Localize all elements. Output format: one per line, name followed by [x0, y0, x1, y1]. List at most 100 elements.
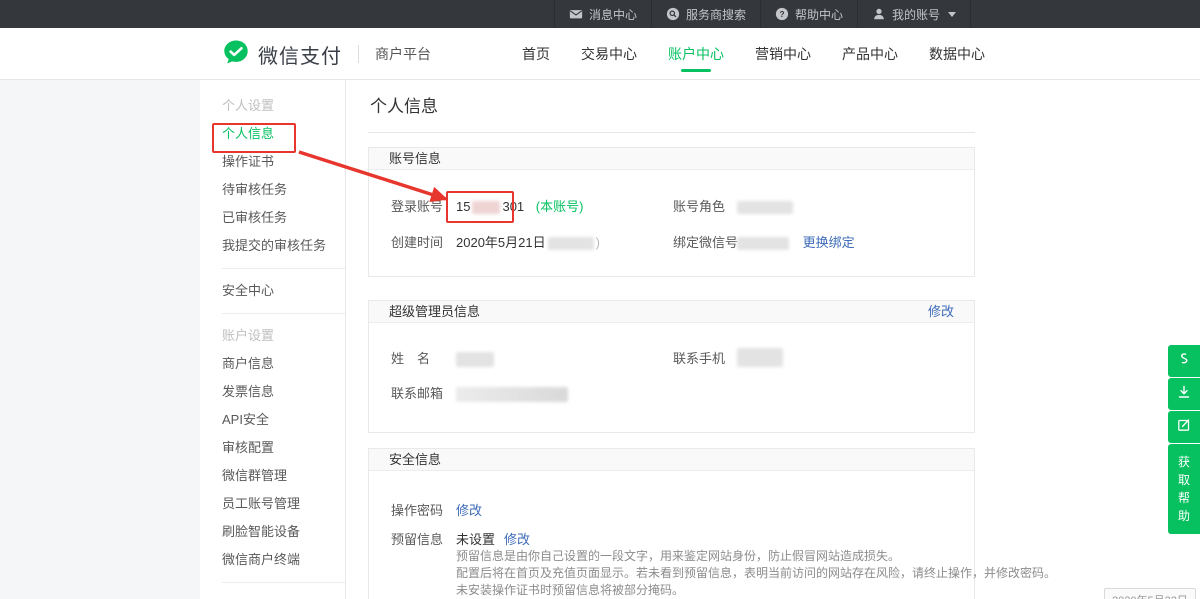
account-info-card: 账号信息 登录账号 15301 (本账号) 账号角色 创建时间 2020年5月2… — [368, 147, 975, 277]
topbar-item-label: 服务商搜索 — [686, 6, 746, 23]
float-feedback-button[interactable] — [1168, 411, 1200, 443]
sidebar-item-invoice-info[interactable]: 发票信息 — [200, 378, 345, 406]
operation-password-edit-link[interactable]: 修改 — [456, 501, 482, 521]
account-role-label: 账号角色 — [673, 197, 725, 217]
sidebar-item-review-config[interactable]: 审核配置 — [200, 434, 345, 462]
header: 微信支付 商户平台 首页 交易中心 账户中心 营销中心 产品中心 数据中心 — [0, 28, 1200, 80]
account-info-card-title: 账号信息 — [389, 148, 441, 170]
bound-wechat-value: 更换绑定 — [737, 233, 855, 253]
sidebar-divider — [222, 268, 345, 269]
reserved-info-description: 预留信息是由你自己设置的一段文字，用来鉴定网站身份，防止假冒网站造成损失。 配置… — [456, 548, 1056, 599]
wechat-pay-logo-icon — [222, 38, 250, 71]
float-download-button[interactable] — [1168, 378, 1200, 410]
sidebar-item-wechat-group-management[interactable]: 微信群管理 — [200, 462, 345, 490]
brand-platform-label: 商户平台 — [375, 44, 431, 64]
description-line: 配置后将在首页及充值页面显示。若未看到预留信息，表明当前访问的网站存在风险，请终… — [456, 565, 1056, 582]
security-info-card-title: 安全信息 — [389, 449, 441, 471]
link-icon — [1176, 351, 1192, 372]
super-admin-card: 超级管理员信息 修改 姓 名 联系手机 联系邮箱 — [368, 300, 975, 433]
contact-phone-label: 联系手机 — [673, 349, 725, 369]
sidebar-item-merchant-info[interactable]: 商户信息 — [200, 350, 345, 378]
redacted-account-role — [737, 201, 793, 214]
reserved-info-edit-link[interactable]: 修改 — [504, 530, 530, 550]
sidebar-item-staff-account-management[interactable]: 员工账号管理 — [200, 490, 345, 518]
sidebar-item-security-center[interactable]: 安全中心 — [200, 277, 345, 305]
sidebar-divider — [222, 582, 345, 583]
nav-home[interactable]: 首页 — [522, 28, 550, 80]
topbar: 消息中心 服务商搜索 ? 帮助中心 我的账号 — [0, 0, 1200, 28]
redacted-wechat-id — [737, 237, 789, 250]
sidebar-item-wechat-merchant-terminal[interactable]: 微信商户终端 — [200, 546, 345, 574]
redacted-created-detail — [548, 237, 594, 250]
main-nav: 首页 交易中心 账户中心 营销中心 产品中心 数据中心 — [522, 28, 985, 80]
current-account-note: (本账号) — [536, 199, 584, 214]
topbar-item-label: 消息中心 — [589, 6, 637, 23]
topbar-menu: 消息中心 服务商搜索 ? 帮助中心 我的账号 — [554, 0, 971, 28]
float-help-widget: 获取帮助 — [1168, 345, 1200, 534]
title-divider — [368, 132, 975, 133]
name-value — [456, 349, 494, 369]
message-icon — [569, 7, 583, 21]
left-gutter — [0, 80, 200, 599]
bound-wechat-label: 绑定微信号 — [673, 233, 738, 253]
sidebar-item-operation-certificate[interactable]: 操作证书 — [200, 148, 345, 176]
brand: 微信支付 商户平台 — [222, 28, 431, 80]
login-account-label: 登录账号 — [391, 197, 443, 217]
description-line: 未安装操作证书时预留信息将被部分掩码。 — [456, 582, 1056, 599]
redacted-email — [456, 387, 568, 402]
svg-text:?: ? — [779, 9, 784, 19]
contact-email-label: 联系邮箱 — [391, 384, 443, 404]
super-admin-edit-link[interactable]: 修改 — [928, 301, 954, 323]
sidebar-item-my-submitted-review-tasks[interactable]: 我提交的审核任务 — [200, 232, 345, 260]
created-time-value: 2020年5月21日) — [456, 233, 600, 253]
search-icon — [666, 7, 680, 21]
created-time-label: 创建时间 — [391, 233, 443, 253]
get-help-label: 获取帮助 — [1177, 453, 1191, 525]
topbar-message-center[interactable]: 消息中心 — [554, 0, 651, 28]
topbar-my-account[interactable]: 我的账号 — [857, 0, 971, 28]
redacted-name — [456, 352, 494, 367]
redacted-login-middle — [472, 201, 500, 214]
user-icon — [872, 7, 886, 21]
sidebar-item-face-recognition-device[interactable]: 刷脸智能设备 — [200, 518, 345, 546]
redacted-phone — [737, 348, 783, 367]
contact-email-value — [456, 384, 568, 404]
topbar-item-label: 帮助中心 — [795, 6, 843, 23]
chevron-down-icon — [948, 12, 956, 17]
account-role-value — [737, 197, 793, 217]
nav-transaction-center[interactable]: 交易中心 — [581, 28, 637, 80]
description-line: 预留信息是由你自己设置的一段文字，用来鉴定网站身份，防止假冒网站造成损失。 — [456, 548, 1056, 565]
topbar-item-label: 我的账号 — [892, 6, 940, 23]
sidebar: 个人设置 个人信息 操作证书 待审核任务 已审核任务 我提交的审核任务 安全中心… — [200, 80, 346, 599]
page-title: 个人信息 — [370, 92, 438, 117]
nav-account-center[interactable]: 账户中心 — [668, 28, 724, 80]
sidebar-section-account-settings: 账户设置 — [200, 322, 345, 350]
sidebar-item-personal-info[interactable]: 个人信息 — [200, 120, 345, 148]
get-help-button[interactable]: 获取帮助 — [1168, 444, 1200, 534]
sidebar-item-api-security[interactable]: API安全 — [200, 406, 345, 434]
sidebar-item-reviewed-tasks[interactable]: 已审核任务 — [200, 204, 345, 232]
reserved-info-label: 预留信息 — [391, 530, 443, 550]
brand-name: 微信支付 — [258, 40, 342, 69]
main-content: 个人信息 账号信息 登录账号 15301 (本账号) 账号角色 创建时间 202… — [368, 80, 975, 599]
nav-data-center[interactable]: 数据中心 — [929, 28, 985, 80]
float-link-button[interactable] — [1168, 345, 1200, 377]
login-account-value: 15301 (本账号) — [456, 197, 583, 217]
merchant-platform-page: 消息中心 服务商搜索 ? 帮助中心 我的账号 — [0, 0, 1200, 599]
topbar-service-provider-search[interactable]: 服务商搜索 — [651, 0, 760, 28]
nav-product-center[interactable]: 产品中心 — [842, 28, 898, 80]
super-admin-card-title: 超级管理员信息 — [389, 301, 480, 323]
download-icon — [1176, 384, 1192, 405]
change-binding-link[interactable]: 更换绑定 — [803, 235, 855, 250]
reserved-info-value: 未设置 — [456, 530, 495, 550]
nav-marketing-center[interactable]: 营销中心 — [755, 28, 811, 80]
topbar-help-center[interactable]: ? 帮助中心 — [760, 0, 857, 28]
edit-icon — [1176, 417, 1192, 438]
sidebar-divider — [222, 313, 345, 314]
sidebar-item-pending-review-tasks[interactable]: 待审核任务 — [200, 176, 345, 204]
name-label: 姓 名 — [391, 349, 430, 369]
brand-divider — [358, 45, 359, 63]
date-tooltip: 2020年5月22日 — [1104, 588, 1196, 599]
contact-phone-value — [737, 347, 783, 367]
security-info-card: 安全信息 操作密码 修改 预留信息 未设置 修改 预留信息是由你自己设置的一段文… — [368, 448, 975, 599]
